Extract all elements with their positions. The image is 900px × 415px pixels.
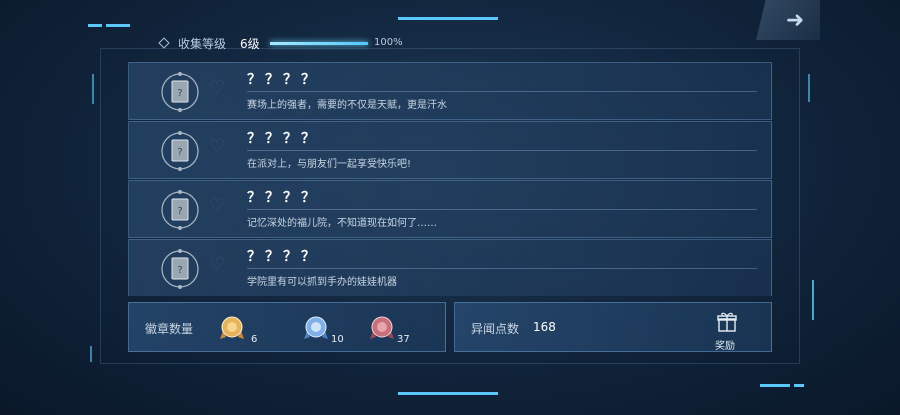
left-vert-accent-2 (90, 346, 92, 362)
collection-progress-bar (270, 42, 368, 45)
points-panel: 异闻点数 168 奖励 (454, 302, 772, 352)
left-vert-accent (92, 74, 94, 104)
badge-count-label: 徽章数量 (145, 322, 194, 336)
svg-text:?: ? (177, 88, 182, 99)
silver-medal-count: 10 (331, 334, 344, 345)
heart-watermark-icon: ♡ (209, 195, 226, 216)
bronze-medal-count: 37 (397, 334, 410, 345)
heart-watermark-icon: ♡ (209, 136, 226, 157)
entry-divider (247, 150, 757, 151)
entry-title: ？？？？ (247, 190, 319, 206)
svg-text:?: ? (177, 147, 182, 158)
entry-desc: 学院里有可以抓到手办的娃娃机器 (247, 277, 397, 288)
points-label: 异闻点数 (471, 322, 520, 336)
collection-level-label: 收集等级 (178, 36, 227, 51)
locked-badge-icon: ? (161, 131, 199, 171)
collection-entry[interactable]: ? ♡ ？？？？ 记忆深处的福儿院，不知道现在如何了…… (128, 180, 772, 238)
diamond-icon (158, 37, 170, 49)
heart-watermark-icon: ♡ (209, 77, 226, 98)
locked-badge-icon: ? (161, 72, 199, 112)
entry-desc: 在派对上，与朋友们一起享受快乐吧! (247, 159, 412, 170)
bottom-right-dash (760, 384, 790, 387)
locked-badge-icon: ? (161, 249, 199, 289)
entry-desc: 记忆深处的福儿院，不知道现在如何了…… (247, 218, 437, 229)
svg-text:?: ? (177, 265, 182, 276)
entry-title: ？？？？ (247, 131, 319, 147)
points-value: 168 (533, 320, 556, 334)
collection-progress-text: 100% (374, 37, 403, 48)
arrow-exit-icon: ➜ (785, 7, 805, 33)
collection-list[interactable]: ? ♡ ？？？？ 赛场上的强者，需要的不仅是天赋，更是汗水 ? ♡ ？？？？ 在… (128, 62, 772, 296)
bottom-right-dash-2 (794, 384, 804, 387)
silver-medal-icon (304, 316, 328, 341)
entry-divider (247, 268, 757, 269)
entry-divider (247, 209, 757, 210)
collection-entry[interactable]: ? ♡ ？？？？ 赛场上的强者，需要的不仅是天赋，更是汗水 (128, 62, 772, 120)
top-center-bar (398, 17, 498, 20)
collection-progress-fill (270, 42, 368, 45)
collection-level-value: 6级 (240, 36, 260, 51)
top-left-dash (88, 24, 102, 27)
entry-title: ？？？？ (247, 249, 319, 265)
entry-title: ？？？？ (247, 72, 319, 88)
right-vert-accent (808, 74, 810, 102)
collection-level-header: 收集等级 6级 (158, 34, 260, 52)
bottom-center-bar (398, 392, 498, 395)
gold-medal-count: 6 (251, 334, 258, 345)
heart-watermark-icon: ♡ (209, 254, 226, 275)
badge-count-panel: 徽章数量 6 10 37 (128, 302, 446, 352)
collection-entry[interactable]: ? ♡ ？？？？ 学院里有可以抓到手办的娃娃机器 (128, 239, 772, 296)
gift-icon[interactable] (717, 311, 737, 333)
locked-badge-icon: ? (161, 190, 199, 230)
entry-desc: 赛场上的强者，需要的不仅是天赋，更是汗水 (247, 100, 447, 111)
right-vert-accent-2 (812, 280, 814, 320)
gold-medal-icon (220, 316, 244, 341)
exit-button[interactable]: ➜ (756, 0, 820, 40)
bronze-medal-icon (370, 316, 394, 341)
entry-divider (247, 91, 757, 92)
collection-entry[interactable]: ? ♡ ？？？？ 在派对上，与朋友们一起享受快乐吧! (128, 121, 772, 179)
reward-button-label[interactable]: 奖励 (715, 337, 735, 352)
svg-text:?: ? (177, 206, 182, 217)
top-left-dash-2 (106, 24, 130, 27)
